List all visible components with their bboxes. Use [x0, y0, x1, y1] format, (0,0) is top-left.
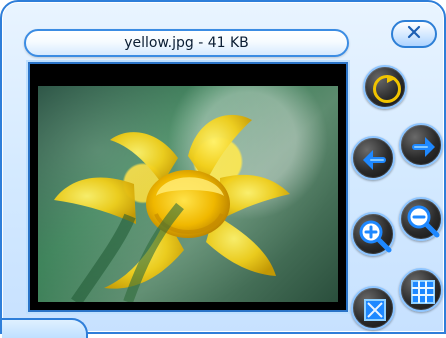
close-button[interactable]	[391, 20, 437, 48]
previous-button[interactable]	[351, 136, 395, 180]
rotate-button[interactable]	[363, 65, 407, 109]
close-icon	[403, 24, 425, 44]
zoom-in-button[interactable]	[351, 212, 395, 256]
window-title: yellow.jpg - 41 KB	[124, 35, 249, 51]
image-preview	[38, 86, 338, 302]
zoom-out-button[interactable]	[399, 197, 443, 241]
thumbnails-button[interactable]	[399, 268, 443, 312]
fit-to-window-button[interactable]	[351, 286, 395, 330]
next-button[interactable]	[399, 123, 443, 167]
image-viewport	[28, 62, 348, 312]
bottom-panel-tab	[2, 318, 88, 338]
title-bar: yellow.jpg - 41 KB	[24, 29, 349, 57]
image-viewer-window: yellow.jpg - 41 KB	[0, 0, 446, 338]
